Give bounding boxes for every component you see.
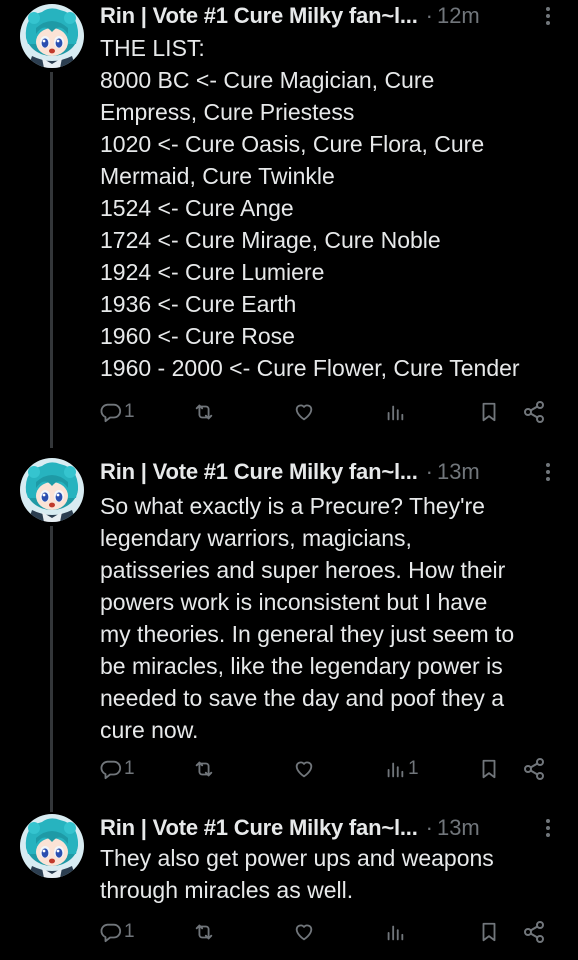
tweet-text: They also get power ups and weapons thro… [100,842,570,906]
text-line: 1924 <- Cure Lumiere [100,259,325,285]
retweet-button[interactable] [192,753,216,785]
avatar[interactable] [20,458,84,522]
timestamp[interactable]: 13m [437,459,480,485]
text-line: 1936 <- Cure Earth [100,291,297,317]
action-bar: 1 1 [100,753,560,785]
text-line: So what exactly is a Precure? They're [100,493,485,519]
share-button[interactable] [522,916,546,948]
text-line: 1524 <- Cure Ange [100,195,294,221]
author-name[interactable]: Rin | Vote #1 Cure Milky fan~l... [100,815,418,841]
text-line: Empress, Cure Priestess [100,99,355,125]
separator: · [425,459,433,484]
heart-icon [295,924,313,941]
retweet-icon [195,761,213,777]
tweet[interactable]: Rin | Vote #1 Cure Milky fan~l... · 12m … [0,0,578,448]
like-button[interactable] [292,753,316,785]
reply-count: 1 [124,401,135,422]
bookmark-icon [482,922,496,942]
tweet[interactable]: Rin | Vote #1 Cure Milky fan~l... · 13m … [0,812,578,960]
text-line: my theories. In general they just seem t… [100,621,515,647]
views-button[interactable]: 1 [384,753,419,785]
views-count: 1 [408,758,419,779]
tweet-text: So what exactly is a Precure? They're le… [100,490,570,746]
avatar[interactable] [20,4,84,68]
text-line: 1960 - 2000 <- Cure Flower, Cure Tender [100,355,520,381]
thread-line [50,72,53,448]
thread-line [50,526,53,812]
views-chart-icon [387,405,404,421]
text-line: 1960 <- Cure Rose [100,323,295,349]
like-button[interactable] [292,396,316,428]
like-button[interactable] [292,916,316,948]
retweet-button[interactable] [192,916,216,948]
tweet-header: Rin | Vote #1 Cure Milky fan~l... · 13m [100,812,560,844]
views-button[interactable] [384,396,408,428]
heart-icon [295,404,313,421]
tweet-text: THE LIST: 8000 BC <- Cure Magician, Cure… [100,32,570,384]
tweet[interactable]: Rin | Vote #1 Cure Milky fan~l... · 13m … [0,456,578,812]
author-name[interactable]: Rin | Vote #1 Cure Milky fan~l... [100,459,418,485]
more-dots-icon[interactable] [536,816,560,840]
share-button[interactable] [522,396,546,428]
bookmark-button[interactable] [478,916,500,948]
share-icon [524,758,544,780]
reply-icon [100,403,122,423]
bookmark-button[interactable] [478,753,500,785]
author-name[interactable]: Rin | Vote #1 Cure Milky fan~l... [100,3,418,29]
action-bar: 1 [100,916,560,948]
retweet-icon [195,404,213,420]
views-chart-icon [387,925,404,941]
bookmark-icon [482,759,496,779]
timestamp[interactable]: 12m [437,3,480,29]
text-line: Mermaid, Cure Twinkle [100,163,335,189]
timestamp[interactable]: 13m [437,815,480,841]
text-line: be miracles, like the legendary power is [100,653,503,679]
text-line: legendary warriors, magicians, [100,525,412,551]
text-line: through miracles as well. [100,877,354,903]
reply-count: 1 [124,758,135,779]
reply-button[interactable]: 1 [100,916,135,948]
more-dots-icon[interactable] [536,4,560,28]
reply-icon [100,760,122,780]
share-icon [524,921,544,943]
text-line: 1020 <- Cure Oasis, Cure Flora, Cure [100,131,485,157]
text-line: They also get power ups and weapons [100,845,494,871]
retweet-button[interactable] [192,396,216,428]
text-line: THE LIST: [100,35,205,61]
views-chart-icon [387,762,404,778]
separator: · [425,815,433,840]
share-icon [524,401,544,423]
share-button[interactable] [522,753,546,785]
tweet-header: Rin | Vote #1 Cure Milky fan~l... · 13m [100,456,560,488]
avatar[interactable] [20,814,84,878]
reply-icon [100,923,122,943]
text-line: cure now. [100,717,199,743]
reply-button[interactable]: 1 [100,753,135,785]
thread: Rin | Vote #1 Cure Milky fan~l... · 12m … [0,0,578,960]
bookmark-button[interactable] [478,396,500,428]
action-bar: 1 [100,396,560,428]
heart-icon [295,761,313,778]
tweet-header: Rin | Vote #1 Cure Milky fan~l... · 12m [100,0,560,32]
text-line: patisseries and super heroes. How their [100,557,506,583]
reply-count: 1 [124,921,135,942]
bookmark-icon [482,402,496,422]
more-dots-icon[interactable] [536,460,560,484]
views-button[interactable] [384,916,408,948]
text-line: 8000 BC <- Cure Magician, Cure [100,67,435,93]
retweet-icon [195,924,213,940]
text-line: powers work is inconsistent but I have [100,589,488,615]
reply-button[interactable]: 1 [100,396,135,428]
separator: · [425,3,433,28]
text-line: 1724 <- Cure Mirage, Cure Noble [100,227,441,253]
text-line: needed to save the day and poof they a [100,685,505,711]
